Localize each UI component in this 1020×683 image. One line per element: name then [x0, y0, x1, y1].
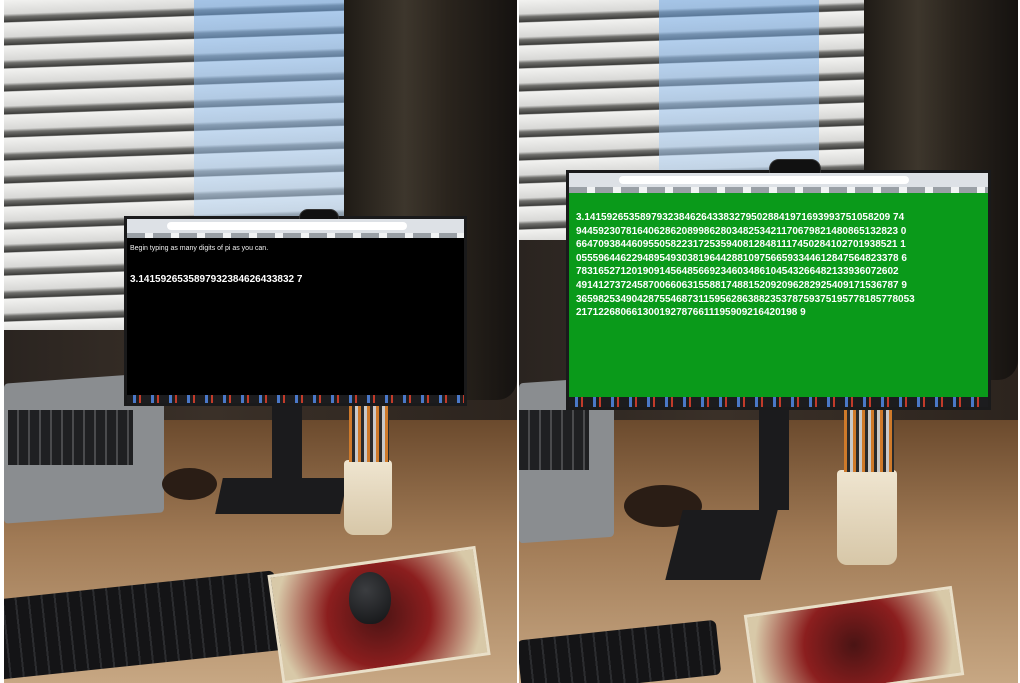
mouse: [349, 572, 391, 624]
monitor-base: [665, 510, 778, 580]
laptop-keyboard: [8, 410, 133, 465]
digits-line-1: 3.14159265358979323846264338327950288419…: [576, 212, 905, 223]
digits-line-8: 2171226806613001927876611195909216420198…: [576, 307, 806, 319]
taskbar: [569, 397, 988, 407]
left-photo: Begin typing as many digits of pi as you…: [4, 0, 517, 683]
right-photo: 3.14159265358979323846264338327950288419…: [519, 0, 1018, 683]
monitor-base: [215, 478, 348, 514]
typed-digits-block: 3.14159265358979323846264338327950288419…: [576, 211, 915, 320]
digits-line-3: 6647093844609550582231725359408128481117…: [576, 239, 906, 251]
monitor-left: Begin typing as many digits of pi as you…: [124, 209, 467, 406]
pencil-cup: [837, 470, 897, 565]
taskbar: [127, 395, 464, 403]
laptop-keyboard: [519, 410, 589, 470]
digits-line-4: 0555964462294895493038196442881097566593…: [576, 252, 907, 264]
sky: [194, 0, 354, 220]
monitor-stand: [759, 410, 789, 510]
instruction-text: Begin typing as many digits of pi as you…: [130, 245, 269, 252]
pens: [844, 400, 894, 472]
digits-line-6: 4914127372458700660631558817488152092096…: [576, 279, 907, 291]
digits-line-7: 3659825349042875546873115956286388235378…: [576, 293, 915, 305]
digits-line-5: 7831652712019091456485669234603486104543…: [576, 266, 899, 278]
address-bar[interactable]: [167, 222, 407, 230]
monitor-right: 3.14159265358979323846264338327950288419…: [566, 159, 991, 410]
browser-toolbar: [127, 219, 464, 233]
pi-page: 3.14159265358979323846264338327950288419…: [569, 193, 988, 397]
pens: [349, 400, 389, 462]
digits-line-2: 9445923078164062862089986280348253421170…: [576, 225, 907, 237]
pi-page: Begin typing as many digits of pi as you…: [127, 238, 464, 395]
browser-toolbar: [569, 173, 988, 187]
typed-digits: 3.1415926535897932384626433832 7: [130, 274, 303, 285]
charger-puck: [162, 468, 217, 500]
pencil-cup: [344, 460, 392, 535]
address-bar[interactable]: [619, 176, 909, 184]
